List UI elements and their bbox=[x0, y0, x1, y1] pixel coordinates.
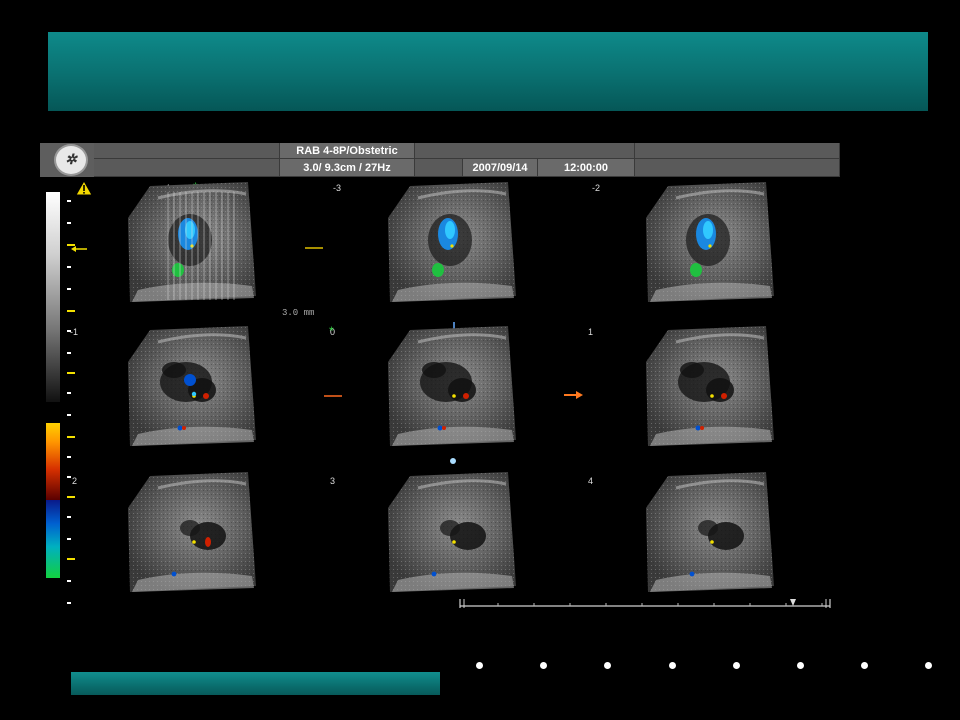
slice-label-4: 4 bbox=[588, 476, 594, 486]
pagination-dot[interactable] bbox=[604, 662, 612, 669]
header-blank-left-bottom bbox=[94, 159, 280, 177]
center-slice-asterisk-icon: * bbox=[329, 324, 334, 338]
grayscale-map-bar bbox=[46, 192, 60, 402]
depth-tick bbox=[67, 538, 71, 540]
depth-tick bbox=[67, 414, 71, 416]
pagination-dot[interactable] bbox=[732, 662, 740, 669]
slice-spacing-label: 3.0 mm bbox=[282, 308, 315, 318]
title-banner bbox=[48, 32, 928, 111]
slice-label-3: 3 bbox=[330, 476, 336, 486]
depth-tick bbox=[67, 200, 71, 202]
slice-label-minus3: -3 bbox=[333, 183, 342, 193]
depth-tick bbox=[67, 580, 71, 582]
ultrasound-header: RAB 4-8P/Obstetric 3.0/ 9.3cm / 27Hz 200… bbox=[40, 143, 840, 177]
header-blank-left-top bbox=[94, 143, 280, 159]
color-map-negative-bar bbox=[46, 500, 60, 578]
pagination-dot[interactable] bbox=[476, 662, 483, 669]
ultrasound-slice-2[interactable] bbox=[646, 178, 776, 306]
header-blank-right-bottom bbox=[635, 159, 840, 177]
pagination-dot[interactable] bbox=[797, 662, 804, 669]
ultrasound-slice-8[interactable] bbox=[646, 468, 776, 596]
orientation-marker-center bbox=[324, 395, 342, 397]
ultrasound-slice-4[interactable] bbox=[388, 322, 518, 450]
ultrasound-slice-6[interactable] bbox=[128, 468, 258, 596]
orientation-marker bbox=[305, 247, 323, 249]
pagination-dot[interactable] bbox=[668, 662, 676, 669]
depth-tick bbox=[67, 372, 75, 374]
pagination-dot[interactable] bbox=[540, 662, 548, 669]
cine-timeline-scrollbar[interactable] bbox=[458, 596, 832, 610]
arrow-left-icon bbox=[71, 246, 87, 252]
header-blank-mid-top bbox=[415, 143, 635, 159]
ultrasound-slice-7[interactable] bbox=[388, 468, 518, 596]
exam-time: 12:00:00 bbox=[538, 159, 635, 177]
depth-tick bbox=[67, 222, 71, 224]
ultrasound-slice-3[interactable] bbox=[128, 322, 258, 450]
exam-date: 2007/09/14 bbox=[463, 159, 538, 177]
slice-label-minus2: -2 bbox=[592, 183, 601, 193]
ultrasound-slice-0[interactable] bbox=[128, 178, 258, 306]
depth-tick bbox=[67, 436, 75, 438]
bottom-caliper-marker bbox=[450, 458, 456, 464]
depth-tick bbox=[67, 310, 75, 312]
depth-tick bbox=[67, 496, 75, 498]
depth-tick bbox=[67, 476, 71, 478]
timeline-handle[interactable] bbox=[790, 599, 796, 606]
slice-label-1: 1 bbox=[588, 327, 594, 337]
depth-tick bbox=[67, 602, 71, 604]
depth-tick bbox=[67, 456, 71, 458]
scan-params: 3.0/ 9.3cm / 27Hz bbox=[280, 159, 415, 177]
depth-tick bbox=[67, 392, 71, 394]
slice-label-minus1: -1 bbox=[70, 327, 79, 337]
arrow-right-icon bbox=[564, 391, 583, 399]
header-blank-mid-bottom bbox=[415, 159, 463, 177]
probe-preset: RAB 4-8P/Obstetric bbox=[280, 143, 415, 159]
footer-banner bbox=[71, 672, 440, 695]
depth-tick bbox=[67, 558, 75, 560]
depth-tick bbox=[67, 516, 71, 518]
header-blank-right-top bbox=[635, 143, 840, 159]
slice-label-2: 2 bbox=[72, 476, 78, 486]
pagination-dot[interactable] bbox=[861, 662, 869, 669]
depth-tick bbox=[67, 352, 71, 354]
ultrasound-slice-5[interactable] bbox=[646, 322, 776, 450]
pagination-dot[interactable] bbox=[925, 662, 933, 669]
warning-triangle-icon bbox=[75, 180, 93, 196]
ultrasound-slice-1[interactable] bbox=[388, 178, 518, 306]
depth-tick bbox=[67, 288, 71, 290]
color-map-positive-bar bbox=[46, 423, 60, 500]
pagination-dots bbox=[476, 658, 934, 672]
ge-logo-icon: ✲ bbox=[54, 144, 88, 176]
depth-tick bbox=[67, 266, 71, 268]
